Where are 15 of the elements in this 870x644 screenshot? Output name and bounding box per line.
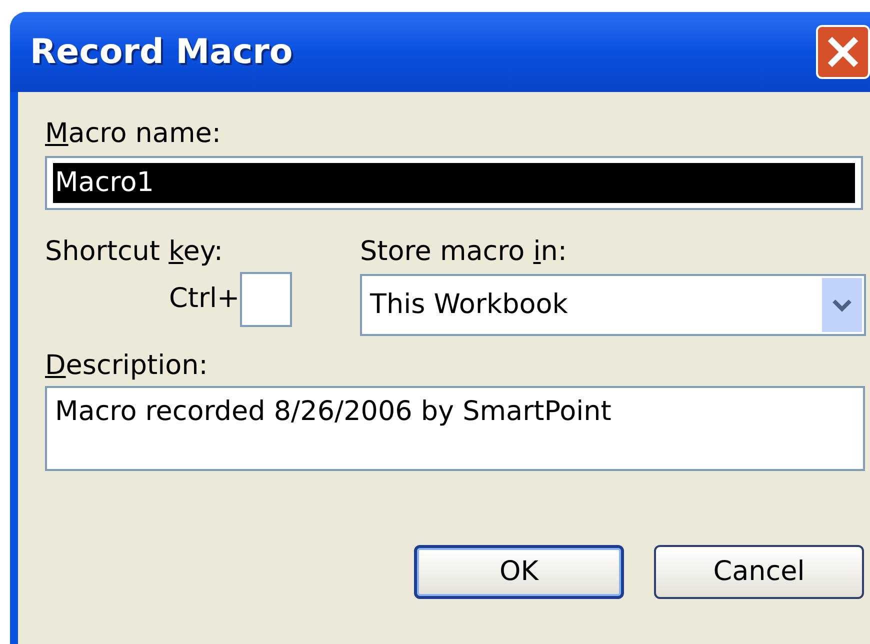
- macro-name-label: Macro name:: [45, 118, 222, 150]
- dialog-button[interactable]: OK: [414, 545, 624, 599]
- ctrl-label: Ctrl+: [169, 282, 240, 316]
- description-label: Description:: [45, 350, 208, 381]
- store-macro-label: Store macro in:: [360, 236, 568, 268]
- description-field[interactable]: Macro recorded 8/26/2006 by SmartPoint: [45, 386, 865, 471]
- store-macro-dropdown[interactable]: This Workbook: [360, 274, 866, 336]
- dialog-button[interactable]: Cancel: [654, 545, 864, 599]
- window-title: Record Macro: [30, 30, 293, 74]
- close-icon: [826, 35, 860, 69]
- shortcut-key-field[interactable]: [240, 272, 292, 327]
- close-button[interactable]: [816, 25, 870, 79]
- shortcut-key-label: Shortcut key:: [45, 236, 224, 268]
- macro-name-field[interactable]: Macro1: [45, 156, 863, 210]
- field-value: Macro1: [53, 163, 855, 203]
